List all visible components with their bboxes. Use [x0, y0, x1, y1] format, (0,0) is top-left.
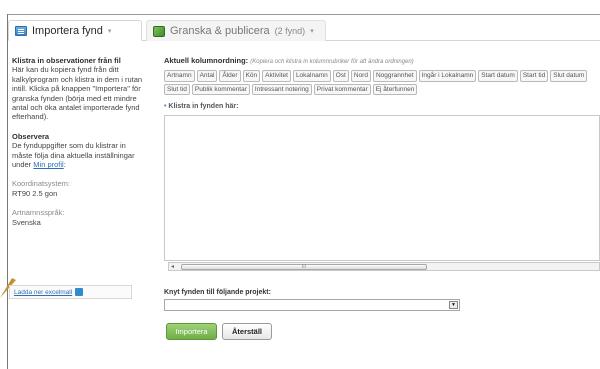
excel-download-link[interactable]: Ladda ner excelmall	[14, 289, 72, 296]
column-chip[interactable]: Slut tid	[164, 83, 190, 95]
column-chip[interactable]: Antal	[196, 70, 218, 82]
scroll-left-icon[interactable]: ◂	[171, 263, 174, 271]
paste-label: • Klistra in fynden här:	[164, 103, 238, 110]
dropdown-arrow-icon[interactable]: ▼	[449, 301, 458, 309]
horizontal-scrollbar[interactable]: ◂ III	[168, 262, 600, 271]
tab-import-label: Importera fynd	[32, 24, 103, 37]
paste-textarea[interactable]	[164, 115, 600, 261]
column-chip[interactable]: Start datum	[478, 70, 518, 82]
bullet-icon: •	[164, 103, 167, 110]
column-chip[interactable]: Start tid	[519, 70, 549, 82]
notice-suffix: :	[63, 160, 66, 170]
sidebar-intro: Här kan du kopiera fynd från ditt kalkyl…	[12, 65, 143, 122]
list-icon	[15, 25, 27, 36]
coord-label: Koordinatsystem:	[12, 179, 70, 189]
column-chip[interactable]: Publik kommentar	[191, 83, 250, 95]
top-border	[7, 14, 600, 15]
reset-button[interactable]: Återställ	[222, 323, 272, 340]
tab-review-label: Granska & publicera	[170, 25, 270, 37]
column-chip[interactable]: Slut datum	[550, 70, 588, 82]
project-select[interactable]: ▼	[164, 299, 460, 311]
chevron-down-icon: ▾	[310, 28, 314, 35]
scrollbar-thumb[interactable]: III	[181, 264, 427, 270]
notice-heading: Observera	[12, 131, 50, 141]
chevron-down-icon: ▾	[107, 27, 112, 35]
column-chip-list: Artnamn Antal Ålder Kön Aktivitet Lokalnamn Os…	[164, 70, 600, 95]
paste-label-text: Klistra in fynden här:	[168, 103, 239, 110]
column-chip[interactable]: Artnamn	[164, 70, 195, 82]
left-border	[7, 14, 8, 369]
coord-value: RT90 2.5 gon	[12, 188, 58, 198]
column-chip[interactable]: Ej återfunnen	[372, 83, 418, 95]
column-chip[interactable]: Nord	[350, 70, 371, 82]
column-chip[interactable]: Ost	[332, 70, 349, 82]
column-chip[interactable]: Ingår i Lokalnamn	[418, 70, 477, 82]
column-order-header: Aktuell kolumnordning: (Kopiera och klis…	[164, 56, 600, 65]
tab-bar: Importera fynd ▾ Granska & publicera (2 …	[8, 20, 600, 41]
profile-link[interactable]: Min profil	[33, 160, 63, 169]
tab-review-count: (2 fynd)	[274, 26, 306, 36]
publish-icon	[153, 25, 165, 37]
project-label: Knyt fynden till följande projekt:	[164, 289, 271, 296]
import-window: Importera fynd ▾ Granska & publicera (2 …	[0, 0, 600, 369]
lang-value: Svenska	[12, 217, 41, 227]
notice-text: De fynduppgifter som du klistrar in måst…	[12, 141, 148, 169]
import-main: Aktuell kolumnordning: (Kopiera och klis…	[164, 56, 600, 340]
column-chip[interactable]: Kön	[242, 70, 261, 82]
column-chip[interactable]: Aktivitet	[262, 70, 291, 82]
tab-review-publish[interactable]: Granska & publicera (2 fynd) ▾	[146, 20, 326, 41]
excel-icon	[75, 288, 84, 296]
column-order-hint: (Kopiera och klistra in kolumnrubriker f…	[250, 59, 414, 65]
column-chip[interactable]: Privat kommentar	[313, 83, 371, 95]
help-sidebar: Klistra in observationer från fil Här ka…	[12, 56, 148, 237]
notice-body: De fynduppgifter som du klistrar in måst…	[12, 141, 135, 170]
column-order-title: Aktuell kolumnordning:	[164, 56, 249, 65]
import-button[interactable]: Importera	[166, 323, 217, 340]
column-chip[interactable]: Noggrannhet	[372, 70, 417, 82]
column-chip[interactable]: Intressant notering	[251, 83, 312, 95]
excel-template-box[interactable]: Ladda ner excelmall	[9, 285, 132, 299]
column-chip[interactable]: Lokalnamn	[292, 70, 331, 82]
tab-import[interactable]: Importera fynd ▾	[8, 20, 142, 41]
lang-label: Artnamnsspråk:	[12, 208, 65, 218]
column-chip[interactable]: Ålder	[219, 70, 241, 82]
sidebar-heading: Klistra in observationer från fil	[12, 56, 121, 65]
